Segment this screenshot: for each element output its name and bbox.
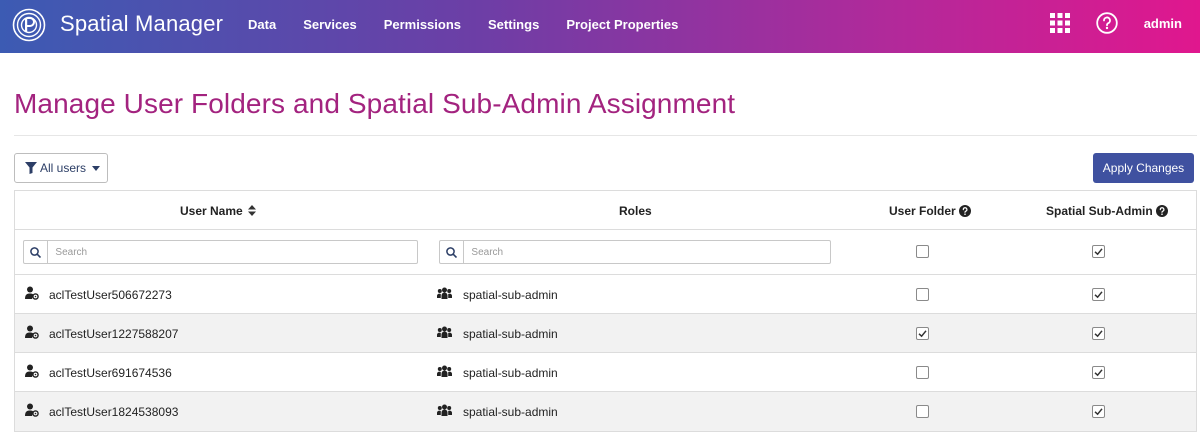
nav-settings[interactable]: Settings [488, 17, 539, 32]
main-nav: Data Services Permissions Settings Proje… [248, 17, 705, 32]
sub-admin-checkbox[interactable] [1092, 327, 1105, 340]
checkmark-icon [1094, 330, 1103, 338]
filter-icon [25, 162, 37, 174]
filter-label: All users [40, 161, 87, 175]
checkmark-icon [1094, 369, 1103, 377]
user-gear-icon [25, 403, 39, 417]
question-circle-icon[interactable] [958, 205, 971, 217]
role-cell: spatial-sub-admin [463, 288, 558, 302]
roles-search-input[interactable] [464, 242, 830, 262]
user-gear-icon [25, 364, 39, 378]
spatial-sub-admin-header-label: Spatial Sub-Admin [1046, 204, 1153, 218]
apps-grid-icon[interactable] [1049, 13, 1070, 33]
checkmark-icon [1094, 248, 1103, 256]
brand-name[interactable]: Spatial Manager [60, 11, 223, 37]
user-menu[interactable]: admin [1144, 16, 1182, 31]
checkmark-icon [1094, 291, 1103, 299]
user-gear-icon [25, 325, 39, 339]
user-gear-icon [25, 286, 39, 300]
spatial-sub-admin-header: Spatial Sub-Admin [1046, 204, 1168, 218]
sub-admin-select-all-checkbox[interactable] [1092, 245, 1105, 258]
table-row: aclTestUser506672273 spatial-sub-admin [15, 275, 1196, 314]
group-users-icon [437, 326, 452, 338]
user-filter-dropdown[interactable]: All users [14, 153, 108, 183]
sub-admin-checkbox[interactable] [1092, 366, 1105, 379]
group-users-icon [437, 365, 452, 377]
help-icon[interactable] [1096, 12, 1118, 34]
nav-data[interactable]: Data [248, 17, 276, 32]
user-folder-checkbox[interactable] [916, 366, 929, 379]
nav-permissions[interactable]: Permissions [384, 17, 461, 32]
user-name-cell: aclTestUser1824538093 [49, 405, 179, 419]
role-cell: spatial-sub-admin [463, 327, 558, 341]
spatial-manager-logo-icon[interactable] [12, 8, 46, 42]
question-circle-icon[interactable] [1155, 205, 1168, 217]
nav-project-properties[interactable]: Project Properties [566, 17, 678, 32]
table-row: aclTestUser1824538093 spatial-sub-admin [15, 392, 1196, 431]
chevron-down-icon [92, 165, 101, 171]
group-users-icon [437, 287, 452, 299]
table-search-row [15, 230, 1196, 275]
user-assignment-table: User Name Roles User Folder Spatial Sub-… [14, 190, 1197, 432]
nav-services[interactable]: Services [303, 17, 357, 32]
role-cell: spatial-sub-admin [463, 366, 558, 380]
sort-icon[interactable] [247, 205, 256, 216]
user-name-cell: aclTestUser506672273 [49, 288, 172, 302]
table-row: aclTestUser691674536 spatial-sub-admin [15, 353, 1196, 392]
user-folder-header-label: User Folder [889, 204, 956, 218]
nav-right: admin [1049, 12, 1182, 34]
search-icon [24, 241, 49, 263]
page-title: Manage User Folders and Spatial Sub-Admi… [14, 88, 736, 119]
title-divider [14, 135, 1197, 136]
roles-search-box [439, 240, 831, 264]
user-folder-checkbox[interactable] [916, 405, 929, 418]
user-name-cell: aclTestUser1227588207 [49, 327, 179, 341]
top-navbar: Spatial Manager Data Services Permission… [0, 0, 1200, 53]
checkmark-icon [1094, 408, 1103, 416]
checkmark-icon [918, 330, 927, 338]
sub-admin-checkbox[interactable] [1092, 288, 1105, 301]
search-icon [440, 241, 465, 263]
user-folder-checkbox[interactable] [916, 288, 929, 301]
user-folder-header: User Folder [889, 204, 971, 218]
user-search-box [23, 240, 418, 264]
user-search-input[interactable] [48, 242, 417, 262]
roles-header: Roles [619, 204, 652, 218]
user-name-header[interactable]: User Name [180, 204, 256, 218]
table-row: aclTestUser1227588207 spatial-sub-admin [15, 314, 1196, 353]
user-folder-select-all-checkbox[interactable] [916, 245, 929, 258]
role-cell: spatial-sub-admin [463, 405, 558, 419]
sub-admin-checkbox[interactable] [1092, 405, 1105, 418]
apply-changes-button[interactable]: Apply Changes [1093, 153, 1194, 183]
group-users-icon [437, 404, 452, 416]
user-folder-checkbox[interactable] [916, 327, 929, 340]
table-header-row: User Name Roles User Folder Spatial Sub-… [15, 191, 1196, 230]
user-name-header-label: User Name [180, 204, 243, 218]
user-name-cell: aclTestUser691674536 [49, 366, 172, 380]
